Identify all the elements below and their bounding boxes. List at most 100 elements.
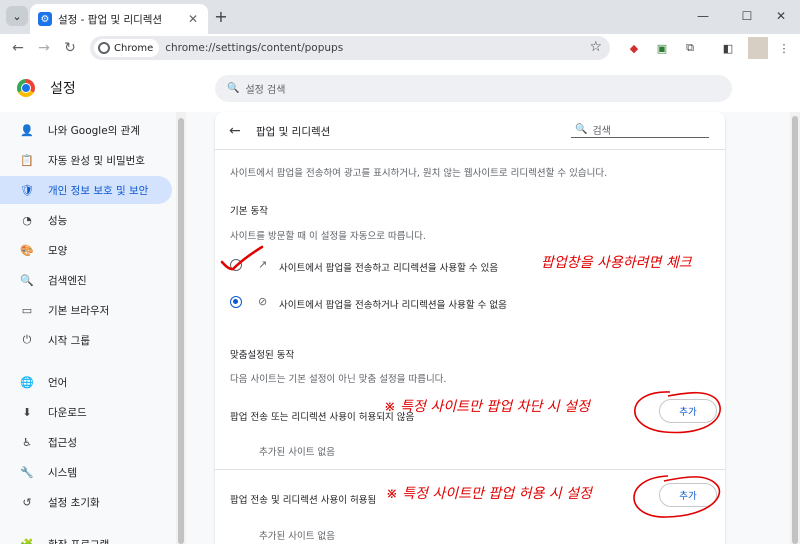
sidebar-item[interactable]: 🧩 확장 프로그램: [0, 530, 172, 544]
sidebar-item[interactable]: 📋 자동 완성 및 비밀번호: [0, 146, 172, 174]
sidebar-item[interactable]: 🔧 시스템: [0, 458, 172, 486]
sidebar-item-label: 모양: [48, 244, 68, 257]
back-arrow-icon[interactable]: ←: [8, 38, 28, 58]
sidebar-item-icon: ♿: [22, 435, 32, 449]
sidebar-item[interactable]: 👤 나와 Google의 관계: [0, 116, 172, 144]
side-panel-icon[interactable]: ◧: [720, 40, 736, 56]
annotation-block-note: ※ 특정 사이트만 팝업 차단 시 설정: [384, 399, 590, 415]
maximize-button[interactable]: ☐: [736, 6, 758, 26]
sidebar-item-label: 확장 프로그램: [48, 537, 109, 544]
minimize-button[interactable]: —: [692, 6, 714, 26]
sidebar-item[interactable]: ♿ 접근성: [0, 428, 172, 456]
sidebar-item[interactable]: ↺ 설정 초기화: [0, 488, 172, 516]
close-window-button[interactable]: ✕: [770, 6, 792, 26]
sidebar: 👤 나와 Google의 관계 📋 자동 완성 및 비밀번호 🛡 개인 정보 보호 및 보…: [0, 112, 176, 544]
option-allow-label[interactable]: 사이트에서 팝업을 전송하고 리디렉션을 사용할 수 있음: [279, 260, 498, 274]
open-in-new-icon: ↗: [258, 258, 268, 271]
add-blocked-site-button[interactable]: 추가: [659, 399, 717, 423]
default-section-title: 기본 동작: [230, 206, 268, 217]
chevron-down-icon: ⌄: [12, 9, 22, 23]
tab-search-menu-button[interactable]: ⌄: [6, 6, 28, 26]
radio-allow-popups[interactable]: [230, 259, 242, 271]
page-title: 설정: [50, 81, 76, 97]
chrome-logo-icon: [17, 79, 35, 97]
sidebar-item[interactable]: 🌐 언어: [0, 368, 172, 396]
radio-block-popups[interactable]: [230, 296, 242, 308]
settings-search-input[interactable]: 🔍 설정 검색: [215, 75, 732, 102]
sidebar-item-icon: 🔍: [20, 273, 34, 287]
sidebar-item[interactable]: 🛡 개인 정보 보호 및 보안: [0, 176, 172, 204]
close-tab-icon[interactable]: ✕: [186, 12, 200, 26]
sidebar-item-icon: ⏻: [22, 333, 32, 346]
search-icon: 🔍: [227, 83, 240, 94]
content-scrollbar-thumb[interactable]: [792, 116, 798, 544]
sidebar-scrollbar-thumb[interactable]: [178, 118, 184, 544]
sidebar-item-icon: 🎨: [20, 243, 34, 257]
allowed-list-title: 팝업 전송 및 리디렉션 사용이 허용됨: [230, 495, 377, 506]
tab-title: 설정 - 팝업 및 리디렉션: [58, 13, 163, 26]
sidebar-item[interactable]: ◔ 성능: [0, 206, 172, 234]
forward-arrow-icon[interactable]: →: [34, 38, 54, 58]
sidebar-item-label: 설정 초기화: [48, 496, 100, 509]
popups-settings-card: ← 팝업 및 리디렉션 🔍 검색 사이트에서 팝업을 전송하여 광고를 표시하거…: [215, 112, 725, 544]
custom-section-title: 맞춤설정된 동작: [230, 350, 295, 361]
active-tab[interactable]: ⚙ 설정 - 팝업 및 리디렉션 ✕: [30, 4, 208, 34]
browser-toolbar: ← → ↻ Chrome chrome://settings/content/p…: [0, 34, 800, 62]
sidebar-item-icon: 🔧: [20, 465, 34, 479]
annotation-allow-note: ※ 특정 사이트만 팝업 허용 시 설정: [386, 486, 592, 502]
card-search-input[interactable]: 🔍 검색: [571, 122, 709, 138]
more-menu-icon[interactable]: ⋮: [776, 40, 792, 56]
sidebar-item-label: 접근성: [48, 436, 77, 449]
add-allowed-site-button[interactable]: 추가: [659, 483, 717, 507]
chip-label: Chrome: [114, 42, 154, 54]
new-tab-button[interactable]: +: [212, 7, 230, 26]
back-arrow-icon[interactable]: ←: [229, 123, 241, 139]
sidebar-item-label: 다운로드: [48, 406, 87, 419]
sidebar-item-label: 시작 그룹: [48, 334, 90, 347]
custom-section-subtitle: 다음 사이트는 기본 설정이 아닌 맞춤 설정을 따릅니다.: [230, 374, 447, 385]
extension-green-icon[interactable]: ▣: [654, 40, 670, 56]
option-block-label[interactable]: 사이트에서 팝업을 전송하거나 리디렉션을 사용할 수 없음: [279, 297, 507, 311]
address-bar[interactable]: Chrome chrome://settings/content/popups …: [90, 36, 610, 60]
sidebar-item[interactable]: 🎨 모양: [0, 236, 172, 264]
default-section-subtitle: 사이트를 방문할 때 이 설정을 자동으로 따릅니다.: [230, 231, 426, 242]
sidebar-item[interactable]: ⏻ 시작 그룹: [0, 326, 172, 354]
sidebar-item-icon: ▭: [21, 303, 33, 317]
sidebar-item-label: 나와 Google의 관계: [48, 124, 141, 137]
extension-red-icon[interactable]: ◆: [626, 40, 642, 56]
site-info-chip[interactable]: Chrome: [94, 39, 160, 57]
search-icon: 🔍: [575, 124, 588, 135]
chrome-icon: [98, 42, 110, 54]
sidebar-item-icon: 👤: [20, 123, 34, 137]
popup-blocked-icon: ⊘: [258, 295, 268, 308]
bookmark-star-icon[interactable]: ☆: [589, 39, 602, 55]
avatar[interactable]: [748, 37, 768, 59]
puzzle-icon[interactable]: ⧉: [682, 40, 698, 56]
sidebar-item-label: 개인 정보 보호 및 보안: [48, 184, 149, 197]
sidebar-item-icon: ⬇: [22, 405, 32, 419]
sidebar-item-icon: 🌐: [20, 375, 34, 389]
sidebar-item-label: 시스템: [48, 466, 77, 479]
card-search-placeholder: 검색: [592, 126, 611, 137]
url-text[interactable]: chrome://settings/content/popups: [165, 42, 343, 54]
sidebar-item-label: 성능: [48, 214, 68, 227]
search-placeholder: 설정 검색: [245, 85, 286, 96]
reload-icon[interactable]: ↻: [60, 38, 80, 58]
sidebar-item-label: 언어: [48, 376, 68, 389]
allowed-empty-text: 추가된 사이트 없음: [259, 531, 335, 542]
tab-strip: ⌄ ⚙ 설정 - 팝업 및 리디렉션 ✕ + — ☐ ✕: [0, 0, 800, 34]
divider: [215, 469, 725, 470]
sidebar-item-icon: ◔: [22, 213, 32, 227]
sidebar-item-icon: 🧩: [20, 537, 34, 544]
sidebar-item-icon: 🛡: [20, 183, 34, 197]
sidebar-item[interactable]: ▭ 기본 브라우저: [0, 296, 172, 324]
annotation-check-note: 팝업창을 사용하려면 체크: [541, 255, 692, 271]
sidebar-item-label: 검색엔진: [48, 274, 87, 287]
divider: [215, 149, 725, 150]
not-allowed-empty-text: 추가된 사이트 없음: [259, 447, 335, 458]
sidebar-item-icon: ↺: [22, 495, 32, 509]
sidebar-item[interactable]: 🔍 검색엔진: [0, 266, 172, 294]
settings-favicon-icon: ⚙: [38, 12, 52, 26]
sidebar-item-label: 기본 브라우저: [48, 304, 110, 317]
sidebar-item[interactable]: ⬇ 다운로드: [0, 398, 172, 426]
